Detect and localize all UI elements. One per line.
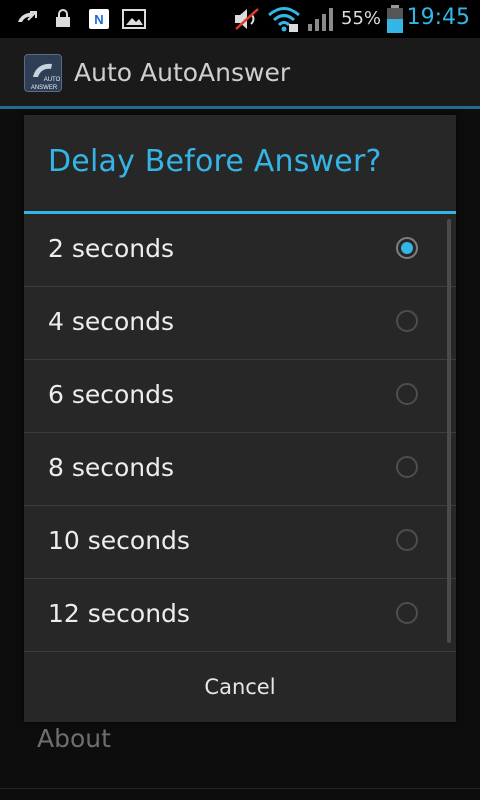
radio-button[interactable] xyxy=(396,383,418,405)
delay-option-8s[interactable]: 8 seconds xyxy=(24,433,456,506)
app-logo-icon: AUTO ANSWER xyxy=(24,54,62,92)
delay-option-12s[interactable]: 12 seconds xyxy=(24,579,456,652)
app-title: Auto AutoAnswer xyxy=(74,58,291,87)
svg-text:N: N xyxy=(94,12,103,27)
signal-icon xyxy=(308,8,333,31)
option-label: 12 seconds xyxy=(48,599,190,628)
muted-speaker-icon xyxy=(235,8,259,30)
wifi-icon xyxy=(268,7,300,32)
clock: 19:45 xyxy=(406,5,470,30)
list-divider xyxy=(0,788,480,789)
option-label: 4 seconds xyxy=(48,307,175,336)
radio-button[interactable] xyxy=(396,602,418,624)
n-app-icon: N xyxy=(89,9,109,29)
svg-text:ANSWER: ANSWER xyxy=(31,85,58,91)
option-label: 10 seconds xyxy=(48,526,190,555)
delay-dialog: Delay Before Answer? 2 seconds 4 seconds… xyxy=(24,115,456,722)
cancel-button[interactable]: Cancel xyxy=(24,652,456,722)
radio-button[interactable] xyxy=(396,310,418,332)
about-item[interactable]: About xyxy=(37,724,111,753)
action-bar-divider xyxy=(0,106,480,109)
delay-option-2s[interactable]: 2 seconds xyxy=(24,214,456,287)
battery-percent: 55% xyxy=(341,8,382,29)
lock-icon xyxy=(56,9,70,27)
radio-button[interactable] xyxy=(396,237,418,259)
delay-option-10s[interactable]: 10 seconds xyxy=(24,506,456,579)
dialog-scrollbar[interactable] xyxy=(447,219,451,643)
dialog-title: Delay Before Answer? xyxy=(48,144,382,179)
battery-icon xyxy=(387,5,403,33)
delay-options-list: 2 seconds 4 seconds 6 seconds 8 seconds … xyxy=(24,214,456,652)
image-icon xyxy=(122,9,146,29)
option-label: 6 seconds xyxy=(48,380,175,409)
missed-call-icon xyxy=(18,11,37,22)
status-bar: N 55% 19:45 xyxy=(0,0,480,38)
radio-button[interactable] xyxy=(396,529,418,551)
option-label: 8 seconds xyxy=(48,453,175,482)
svg-text:AUTO: AUTO xyxy=(44,77,61,83)
delay-option-6s[interactable]: 6 seconds xyxy=(24,360,456,433)
delay-option-4s[interactable]: 4 seconds xyxy=(24,287,456,360)
radio-button[interactable] xyxy=(396,456,418,478)
option-label: 2 seconds xyxy=(48,234,175,263)
action-bar: AUTO ANSWER Auto AutoAnswer xyxy=(0,38,480,106)
